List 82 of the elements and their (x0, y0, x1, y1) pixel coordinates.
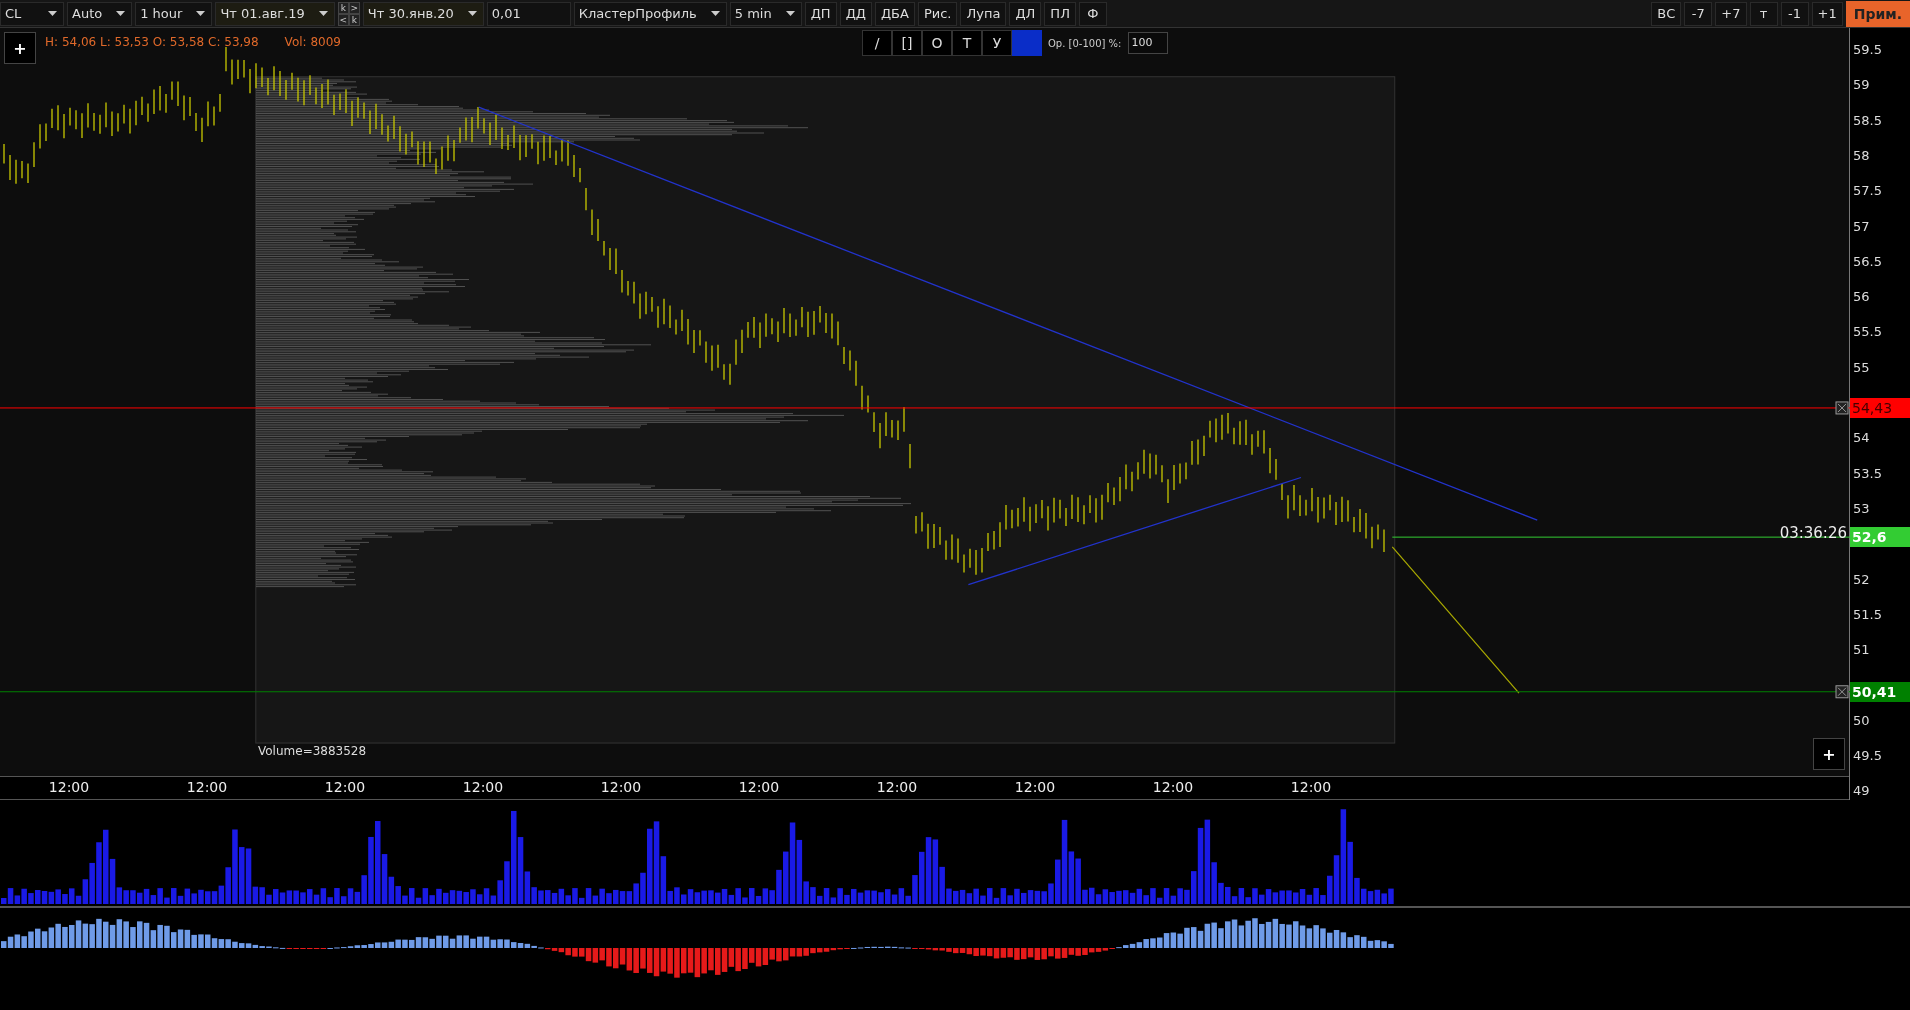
dropdown[interactable]: КластерПрофиль (573, 1, 727, 26)
price-axis-label: 57 (1852, 218, 1870, 235)
price-axis-label: 56 (1852, 289, 1870, 306)
time-axis-label: 12:00 (47, 778, 91, 797)
price-axis-label: 51 (1852, 642, 1870, 659)
price-axis-label: 53.5 (1852, 465, 1882, 482)
volume-total-text: Volume=3883528 (258, 744, 367, 758)
input-field[interactable]: 0,01 (486, 1, 571, 26)
time-axis-label: 12:00 (875, 778, 919, 797)
stepper-button[interactable]: k (337, 1, 349, 14)
price-axis-label: 55 (1852, 359, 1870, 376)
price-axis-label: 59.5 (1852, 42, 1882, 58)
opacity-field[interactable]: 100 (1127, 32, 1168, 54)
price-marker: 50,41 (1850, 681, 1910, 702)
date-dropdown[interactable]: Чт 30.янв.20 (362, 1, 484, 26)
color-swatch[interactable] (1012, 30, 1042, 56)
price-axis-label: 52 (1852, 571, 1870, 588)
toolbar-button[interactable]: Ф (1078, 1, 1107, 26)
countdown-timer: 03:36:26 (1779, 524, 1847, 542)
apply-button[interactable]: Прим. (1845, 0, 1910, 27)
opacity-label: Ор. [0-100] %: (1048, 37, 1122, 49)
date-dropdown[interactable]: Чт 01.авг.19 (215, 1, 335, 26)
drawing-tool-button[interactable]: У (982, 30, 1012, 56)
toolbar-button[interactable]: -7 (1684, 1, 1713, 26)
dropdown[interactable]: 5 min (729, 1, 802, 26)
toolbar-button[interactable]: ПЛ (1044, 1, 1076, 26)
volume-text: Vol: 8009 (284, 35, 341, 49)
price-marker: 52,6 (1850, 527, 1910, 548)
toolbar-button[interactable]: Лупа (960, 1, 1007, 26)
caret-icon (785, 11, 795, 16)
toolbar-button[interactable]: ДБА (874, 1, 915, 26)
time-axis-label: 12:00 (1289, 778, 1333, 797)
drawing-tool-button[interactable]: / (862, 30, 892, 56)
price-axis-label: 50 (1852, 712, 1870, 729)
time-axis-label: 12:00 (737, 778, 781, 797)
toolbar-button[interactable]: ДД (839, 1, 872, 26)
time-axis-label: 12:00 (323, 778, 367, 797)
toolbar-button[interactable]: ДЛ (1009, 1, 1042, 26)
time-axis-label: 12:00 (461, 778, 505, 797)
stepper-button[interactable]: < (337, 13, 349, 26)
caret-icon (48, 11, 57, 16)
ohlc-text: H: 54,06 L: 53,53 O: 53,58 C: 53,98 (45, 35, 259, 49)
toolbar-button[interactable]: Рис. (917, 1, 958, 26)
price-axis-label: 53 (1852, 500, 1870, 517)
time-axis-label: 12:00 (185, 778, 229, 797)
toolbar-button[interactable]: +7 (1715, 1, 1747, 26)
drawing-tool-button[interactable]: O (922, 30, 952, 56)
price-axis-label: 57.5 (1852, 183, 1882, 200)
dropdown[interactable]: Auto (67, 1, 133, 26)
caret-icon (116, 11, 126, 16)
stepper-button[interactable]: k (348, 13, 360, 26)
drawing-tool-button[interactable]: [] (892, 30, 922, 56)
price-axis-label: 58 (1852, 147, 1870, 164)
price-axis-label: 58.5 (1852, 112, 1882, 129)
dropdown[interactable]: CL (0, 1, 64, 26)
price-marker: 54,43 (1850, 397, 1910, 418)
price-axis-label: 55.5 (1852, 324, 1882, 341)
price-axis-label: 56.5 (1852, 253, 1882, 270)
toolbar-button[interactable]: ВС (1651, 1, 1682, 26)
toolbar-button[interactable]: т (1749, 1, 1778, 26)
price-axis-label: 49.5 (1852, 748, 1882, 764)
price-axis-label: 49 (1852, 783, 1870, 800)
close-icon[interactable] (1835, 685, 1849, 699)
toolbar-button[interactable]: ДП (804, 1, 837, 26)
price-axis-label: 51.5 (1852, 606, 1882, 623)
toolbar-button[interactable]: +1 (1811, 1, 1843, 26)
caret-icon (467, 11, 477, 16)
close-icon[interactable] (1835, 401, 1849, 415)
add-button[interactable]: + (4, 32, 36, 64)
caret-icon (318, 11, 328, 16)
time-axis-label: 12:00 (1151, 778, 1195, 797)
time-axis-label: 12:00 (599, 778, 643, 797)
dropdown[interactable]: 1 hour (135, 1, 213, 26)
caret-icon (710, 11, 720, 16)
price-axis-label: 59 (1852, 77, 1870, 94)
time-axis-label: 12:00 (1013, 778, 1057, 797)
add-button[interactable]: + (1813, 738, 1845, 770)
stepper-button[interactable]: > (348, 1, 360, 14)
toolbar-button[interactable]: -1 (1780, 1, 1809, 26)
caret-icon (196, 11, 206, 16)
price-axis-label: 54 (1852, 430, 1870, 447)
drawing-tool-button[interactable]: T (952, 30, 982, 56)
